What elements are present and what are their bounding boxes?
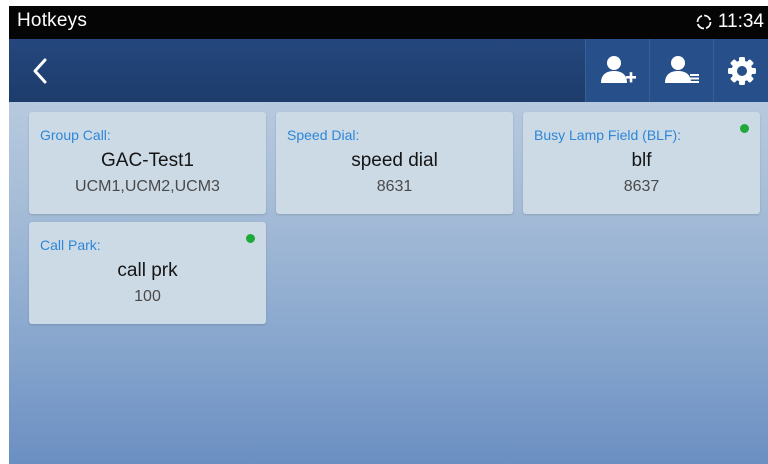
hotkey-blf[interactable]: Busy Lamp Field (BLF): blf 8637 [523,112,760,214]
contact-list-button[interactable] [649,39,713,102]
contact-list-icon [664,55,699,83]
settings-button[interactable] [713,39,768,102]
hotkey-type-label: Call Park: [40,237,101,253]
screen-title: Hotkeys [17,10,88,31]
status-indicators: 11:34 [695,10,764,34]
hotkey-number: 8631 [376,178,413,195]
hotkey-type-label: Speed Dial: [287,127,360,143]
status-bar: Hotkeys 11:34 [9,6,768,39]
hotkey-speed-dial[interactable]: Speed Dial: speed dial 8631 [276,112,513,214]
settings-icon [727,56,756,85]
hotkey-number: 100 [134,288,161,305]
device-screen: Hotkeys 11:34 Group Call: GAC-Test1 UCM1… [9,6,768,464]
status-indicator-dot [246,234,255,243]
hotkey-type-label: Group Call: [40,127,111,143]
add-contact-icon [600,55,636,83]
hotkey-type-label: Busy Lamp Field (BLF): [534,127,682,143]
hotkey-number: UCM1,UCM2,UCM3 [75,178,220,195]
hotkey-name: GAC-Test1 [101,150,194,171]
hotkey-group-call[interactable]: Group Call: GAC-Test1 UCM1,UCM2,UCM3 [29,112,266,214]
add-contact-button[interactable] [585,39,649,102]
hotkey-call-park[interactable]: Call Park: call prk 100 [29,222,266,324]
back-button[interactable] [25,54,55,88]
action-bar [9,39,768,102]
hotkey-name: blf [631,150,652,171]
status-indicator-dot [740,124,749,133]
hotkey-name: speed dial [351,150,438,171]
hotkey-number: 8637 [623,178,660,195]
sync-icon [695,13,713,31]
hotkey-name: call prk [117,260,178,281]
clock: 11:34 [717,11,764,32]
back-icon [33,58,47,84]
